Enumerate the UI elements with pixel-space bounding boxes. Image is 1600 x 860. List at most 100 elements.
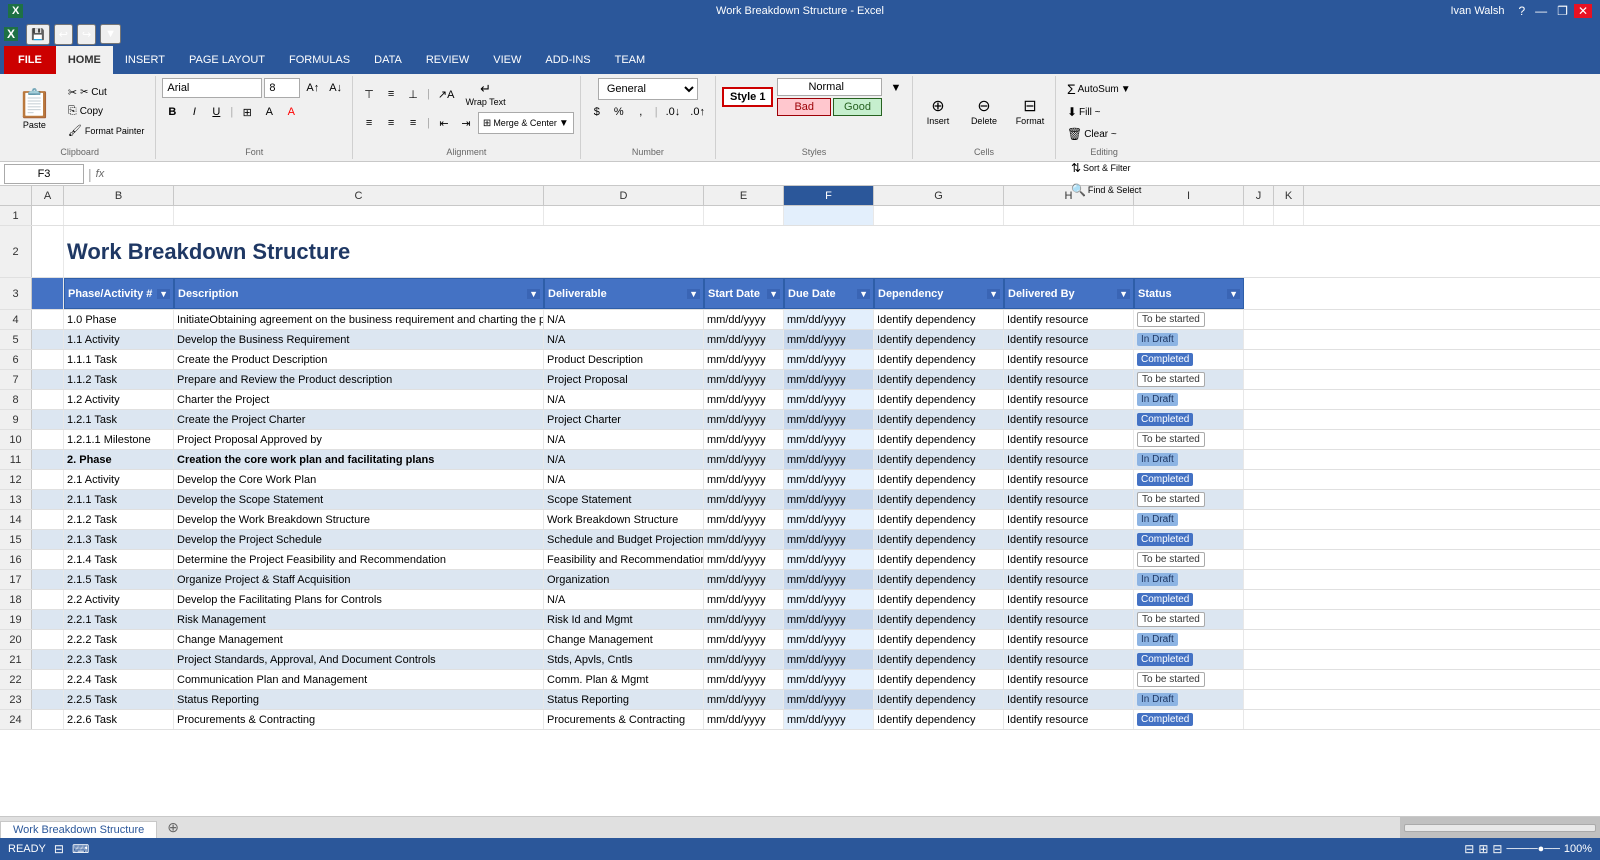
dep-filter-icon[interactable]: ▼ [987, 289, 1000, 299]
col-header-b[interactable]: B [64, 186, 174, 205]
undo-button[interactable]: ↩ [54, 24, 73, 45]
decrease-indent-button[interactable]: ⇤ [434, 113, 454, 133]
col-header-i[interactable]: I [1134, 186, 1244, 205]
cell-dep-11[interactable]: Identify dependency [874, 450, 1004, 469]
cell-b12[interactable] [32, 470, 64, 489]
cell-due-16[interactable]: mm/dd/yyyy [784, 550, 874, 569]
cell-del-17[interactable]: Organization [544, 570, 704, 589]
tab-addins[interactable]: ADD-INS [533, 46, 602, 74]
cell-b23[interactable] [32, 690, 64, 709]
header-duedate[interactable]: Due Date ▼ [784, 278, 874, 309]
cell-dep-15[interactable]: Identify dependency [874, 530, 1004, 549]
cell-due-18[interactable]: mm/dd/yyyy [784, 590, 874, 609]
cell-del-6[interactable]: Product Description [544, 350, 704, 369]
cell-desc-10[interactable]: Project Proposal Approved by [174, 430, 544, 449]
cell-due-8[interactable]: mm/dd/yyyy [784, 390, 874, 409]
cell-b20[interactable] [32, 630, 64, 649]
cell-start-10[interactable]: mm/dd/yyyy [704, 430, 784, 449]
desc-filter-icon[interactable]: ▼ [527, 289, 540, 299]
cell-dep-8[interactable]: Identify dependency [874, 390, 1004, 409]
copy-button[interactable]: ⎘ Copy [63, 103, 150, 120]
header-startdate[interactable]: Start Date ▼ [704, 278, 784, 309]
cell-b5[interactable] [32, 330, 64, 349]
styles-dropdown-button[interactable]: ▼ [886, 78, 906, 98]
cell-desc-5[interactable]: Develop the Business Requirement [174, 330, 544, 349]
cell-status-8[interactable]: In Draft [1134, 390, 1244, 409]
tab-insert[interactable]: INSERT [113, 46, 177, 74]
italic-button[interactable]: I [184, 102, 204, 122]
cell-status-17[interactable]: In Draft [1134, 570, 1244, 589]
cell-by-8[interactable]: Identify resource [1004, 390, 1134, 409]
cell-status-11[interactable]: In Draft [1134, 450, 1244, 469]
cell-due-7[interactable]: mm/dd/yyyy [784, 370, 874, 389]
cell-b10[interactable] [32, 430, 64, 449]
cell-b19[interactable] [32, 610, 64, 629]
cell-j1[interactable] [1244, 206, 1274, 225]
cell-by-20[interactable]: Identify resource [1004, 630, 1134, 649]
zoom-slider[interactable]: ────●── [1506, 843, 1559, 855]
cell-dep-14[interactable]: Identify dependency [874, 510, 1004, 529]
cell-b1[interactable] [64, 206, 174, 225]
cell-due-10[interactable]: mm/dd/yyyy [784, 430, 874, 449]
cell-desc-22[interactable]: Communication Plan and Management [174, 670, 544, 689]
clear-button[interactable]: 🗑 Clear ~ [1062, 124, 1122, 144]
insert-cells-button[interactable]: ⊕ Insert [919, 94, 957, 128]
cell-status-12[interactable]: Completed [1134, 470, 1244, 489]
border-button[interactable]: ⊞ [237, 102, 257, 122]
tab-team[interactable]: TEAM [603, 46, 658, 74]
cell-phase-14[interactable]: 2.1.2 Task [64, 510, 174, 529]
cell-phase-17[interactable]: 2.1.5 Task [64, 570, 174, 589]
cell-d1[interactable] [544, 206, 704, 225]
cell-phase-19[interactable]: 2.2.1 Task [64, 610, 174, 629]
cell-phase-10[interactable]: 1.2.1.1 Milestone [64, 430, 174, 449]
cell-del-16[interactable]: Feasibility and Recommendation [544, 550, 704, 569]
cell-dep-21[interactable]: Identify dependency [874, 650, 1004, 669]
minimize-btn[interactable]: — [1531, 4, 1551, 18]
font-size-input[interactable] [264, 78, 300, 98]
cell-b18[interactable] [32, 590, 64, 609]
cell-b4[interactable] [32, 310, 64, 329]
cell-due-6[interactable]: mm/dd/yyyy [784, 350, 874, 369]
add-sheet-button[interactable]: ⊕ [159, 817, 187, 838]
cell-start-19[interactable]: mm/dd/yyyy [704, 610, 784, 629]
tab-review[interactable]: REVIEW [414, 46, 481, 74]
cell-due-22[interactable]: mm/dd/yyyy [784, 670, 874, 689]
col-header-k[interactable]: K [1274, 186, 1304, 205]
cell-start-7[interactable]: mm/dd/yyyy [704, 370, 784, 389]
cell-phase-7[interactable]: 1.1.2 Task [64, 370, 174, 389]
font-name-input[interactable] [162, 78, 262, 98]
bad-style-button[interactable]: Bad [777, 98, 831, 116]
tab-file[interactable]: FILE [4, 46, 56, 74]
cell-b24[interactable] [32, 710, 64, 729]
cell-desc-16[interactable]: Determine the Project Feasibility and Re… [174, 550, 544, 569]
name-box[interactable] [4, 164, 84, 184]
cell-start-20[interactable]: mm/dd/yyyy [704, 630, 784, 649]
cell-status-10[interactable]: To be started [1134, 430, 1244, 449]
header-phase[interactable]: Phase/Activity # ▼ [64, 278, 174, 309]
cell-b16[interactable] [32, 550, 64, 569]
formula-input[interactable] [108, 167, 1596, 181]
cell-a1[interactable] [32, 206, 64, 225]
cell-status-22[interactable]: To be started [1134, 670, 1244, 689]
header-dependency[interactable]: Dependency ▼ [874, 278, 1004, 309]
align-left-button[interactable]: ≡ [359, 113, 379, 133]
format-painter-button[interactable]: 🖌 Format Painter [63, 122, 150, 139]
increase-decimal-button[interactable]: .0↑ [686, 102, 709, 122]
percent-button[interactable]: % [609, 102, 629, 122]
cell-phase-4[interactable]: 1.0 Phase [64, 310, 174, 329]
cell-b9[interactable] [32, 410, 64, 429]
cell-b6[interactable] [32, 350, 64, 369]
cell-dep-7[interactable]: Identify dependency [874, 370, 1004, 389]
cell-b7[interactable] [32, 370, 64, 389]
cell-start-5[interactable]: mm/dd/yyyy [704, 330, 784, 349]
cell-dep-6[interactable]: Identify dependency [874, 350, 1004, 369]
find-select-button[interactable]: 🔍 Find & Select [1066, 180, 1146, 200]
cell-due-11[interactable]: mm/dd/yyyy [784, 450, 874, 469]
number-format-select[interactable]: General Number Currency Date Text [598, 78, 698, 100]
cell-due-23[interactable]: mm/dd/yyyy [784, 690, 874, 709]
maximize-btn[interactable]: ❐ [1553, 4, 1572, 18]
cell-status-19[interactable]: To be started [1134, 610, 1244, 629]
cell-dep-10[interactable]: Identify dependency [874, 430, 1004, 449]
cell-by-14[interactable]: Identify resource [1004, 510, 1134, 529]
cell-by-19[interactable]: Identify resource [1004, 610, 1134, 629]
